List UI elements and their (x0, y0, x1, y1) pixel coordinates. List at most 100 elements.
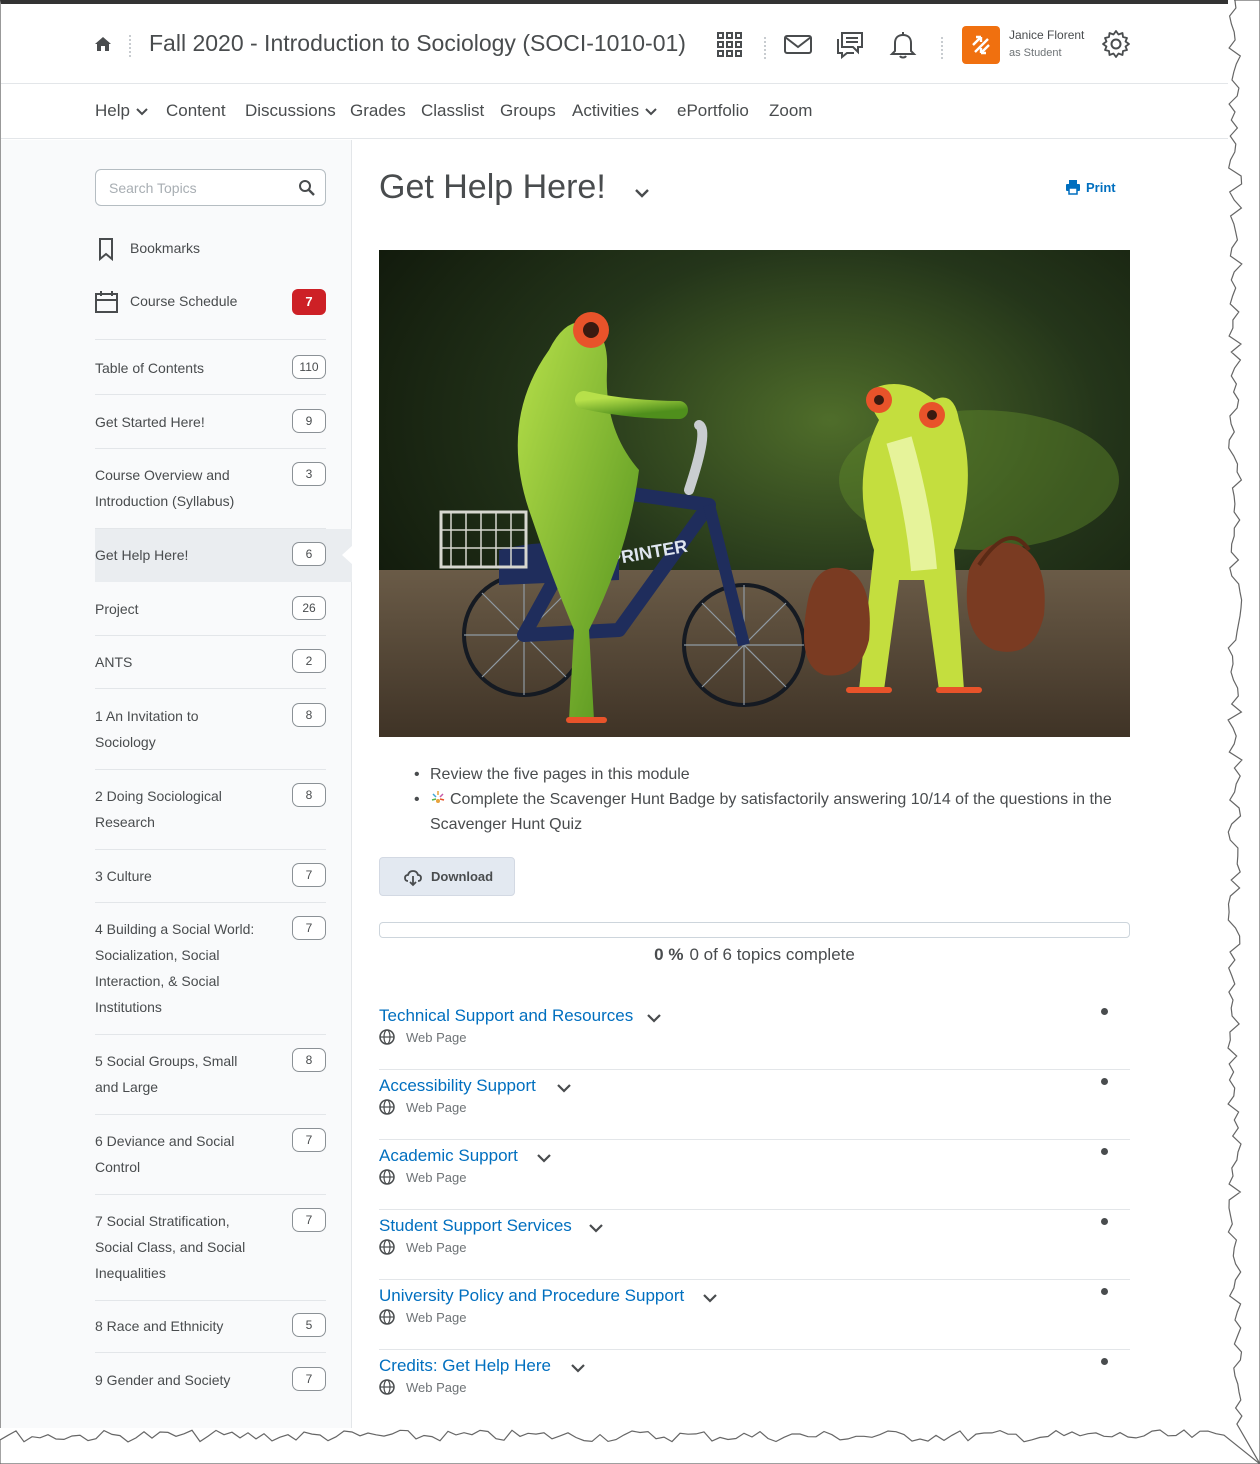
print-button[interactable]: Print (1065, 179, 1116, 195)
module-label: 2 Doing Sociological Research (95, 788, 222, 830)
module-table-of-contents[interactable]: Table of Contents 110 (95, 355, 326, 395)
module-label: 8 Race and Ethnicity (95, 1318, 224, 1334)
app-grid-icon[interactable] (714, 28, 746, 60)
module-7[interactable]: 7 Social Stratification, Social Class, a… (95, 1208, 326, 1301)
module-project[interactable]: Project 26 (95, 596, 326, 636)
bookmarks-link[interactable]: Bookmarks (95, 237, 295, 263)
module-2[interactable]: 2 Doing Sociological Research 8 (95, 783, 326, 850)
download-button[interactable]: Download (379, 857, 515, 896)
nav-discussions[interactable]: Discussions (245, 101, 336, 121)
nav-zoom[interactable]: Zoom (769, 101, 812, 121)
module-count: 8 (292, 703, 326, 727)
chevron-down-icon[interactable] (571, 1364, 585, 1373)
globe-icon (379, 1239, 395, 1255)
module-label: 5 Social Groups, Small and Large (95, 1053, 238, 1095)
module-label: Get Started Here! (95, 414, 205, 430)
unread-dot (1101, 1148, 1108, 1155)
chevron-down-icon[interactable] (557, 1084, 571, 1093)
module-label: 3 Culture (95, 868, 152, 884)
nav-help[interactable]: Help (95, 101, 148, 121)
topic-type: Web Page (379, 1099, 466, 1115)
module-count: 7 (292, 916, 326, 940)
header-separator (764, 37, 766, 59)
search-topics-input[interactable]: Search Topics (95, 169, 326, 206)
chevron-down-icon[interactable] (647, 1014, 661, 1023)
course-schedule-link[interactable]: Course Schedule (95, 290, 295, 316)
globe-icon (379, 1169, 395, 1185)
course-title[interactable]: Fall 2020 - Introduction to Sociology (S… (149, 30, 686, 57)
module-label: 6 Deviance and Social Control (95, 1133, 235, 1175)
topic-link[interactable]: Academic Support (379, 1146, 518, 1166)
header-separator (941, 37, 943, 59)
chevron-down-icon[interactable] (589, 1224, 603, 1233)
topic-link[interactable]: Student Support Services (379, 1216, 572, 1236)
topic-type: Web Page (379, 1239, 466, 1255)
globe-icon (379, 1379, 395, 1395)
progress-bar (379, 922, 1130, 938)
module-label: 4 Building a Social World: Socialization… (95, 921, 255, 1015)
topic-type: Web Page (379, 1029, 466, 1045)
module-1[interactable]: 1 An Invitation to Sociology 8 (95, 703, 326, 770)
topic-row: University Policy and Procedure Support … (379, 1280, 1130, 1350)
module-count: 7 (292, 863, 326, 887)
home-icon[interactable] (93, 34, 113, 54)
module-get-help[interactable]: Get Help Here! 6 (95, 542, 326, 582)
topic-link[interactable]: Technical Support and Resources (379, 1006, 633, 1026)
user-avatar[interactable] (962, 26, 1000, 64)
nav-groups[interactable]: Groups (500, 101, 556, 121)
user-name[interactable]: Janice Florent (1009, 28, 1084, 42)
module-label: Course Overview and Introduction (Syllab… (95, 467, 235, 509)
module-count: 7 (292, 1208, 326, 1232)
nav-label: Activities (572, 101, 640, 120)
module-label: ANTS (95, 654, 133, 670)
search-icon[interactable] (298, 179, 316, 197)
module-count: 26 (292, 596, 326, 620)
torn-edge-bottom (0, 1429, 1260, 1464)
module-count: 7 (292, 1367, 326, 1391)
instruction-text: Complete the Scavenger Hunt Badge by sat… (430, 791, 1112, 833)
module-9[interactable]: 9 Gender and Society 7 (95, 1367, 326, 1407)
cloud-download-icon (404, 870, 422, 887)
module-count: 8 (292, 1048, 326, 1072)
nav-eportfolio[interactable]: ePortfolio (677, 101, 749, 121)
nav-activities[interactable]: Activities (572, 101, 657, 121)
sidebar-divider (95, 339, 326, 340)
module-ants[interactable]: ANTS 2 (95, 649, 326, 689)
topic-link[interactable]: Accessibility Support (379, 1076, 536, 1096)
torn-edge-right (1227, 0, 1260, 1464)
module-get-started[interactable]: Get Started Here! 9 (95, 409, 326, 449)
chevron-down-icon[interactable] (703, 1294, 717, 1303)
progress-text: 0 of 6 topics complete (689, 945, 855, 964)
chat-icon[interactable] (834, 28, 866, 60)
topic-row: Technical Support and Resources Web Page (379, 1000, 1130, 1070)
nav-classlist[interactable]: Classlist (421, 101, 484, 121)
module-5[interactable]: 5 Social Groups, Small and Large 8 (95, 1048, 326, 1115)
topic-link[interactable]: University Policy and Procedure Support (379, 1286, 684, 1306)
unread-dot (1101, 1218, 1108, 1225)
header-separator (129, 35, 131, 57)
module-6[interactable]: 6 Deviance and Social Control 7 (95, 1128, 326, 1195)
module-3[interactable]: 3 Culture 7 (95, 863, 326, 903)
module-hero-image: SPRINTER (379, 250, 1130, 737)
mail-icon[interactable] (782, 28, 814, 60)
module-8[interactable]: 8 Race and Ethnicity 5 (95, 1313, 326, 1353)
gear-icon[interactable] (1100, 28, 1132, 60)
download-label: Download (431, 869, 494, 884)
nav-grades[interactable]: Grades (350, 101, 406, 121)
unread-dot (1101, 1358, 1108, 1365)
globe-icon (379, 1309, 395, 1325)
module-count: 8 (292, 783, 326, 807)
module-course-overview[interactable]: Course Overview and Introduction (Syllab… (95, 462, 326, 529)
bell-icon[interactable] (887, 28, 919, 60)
instruction-item: Complete the Scavenger Hunt Badge by sat… (414, 787, 1134, 837)
instruction-text: Review the five pages in this module (430, 766, 690, 783)
chevron-down-icon[interactable] (635, 189, 649, 198)
topic-type-label: Web Page (406, 1030, 467, 1045)
module-4[interactable]: 4 Building a Social World: Socialization… (95, 916, 326, 1035)
topic-link[interactable]: Credits: Get Help Here (379, 1356, 551, 1376)
module-label: 1 An Invitation to Sociology (95, 708, 199, 750)
bookmarks-label: Bookmarks (130, 240, 201, 256)
nav-content[interactable]: Content (166, 101, 226, 121)
chevron-down-icon[interactable] (537, 1154, 551, 1163)
globe-icon (379, 1099, 395, 1115)
